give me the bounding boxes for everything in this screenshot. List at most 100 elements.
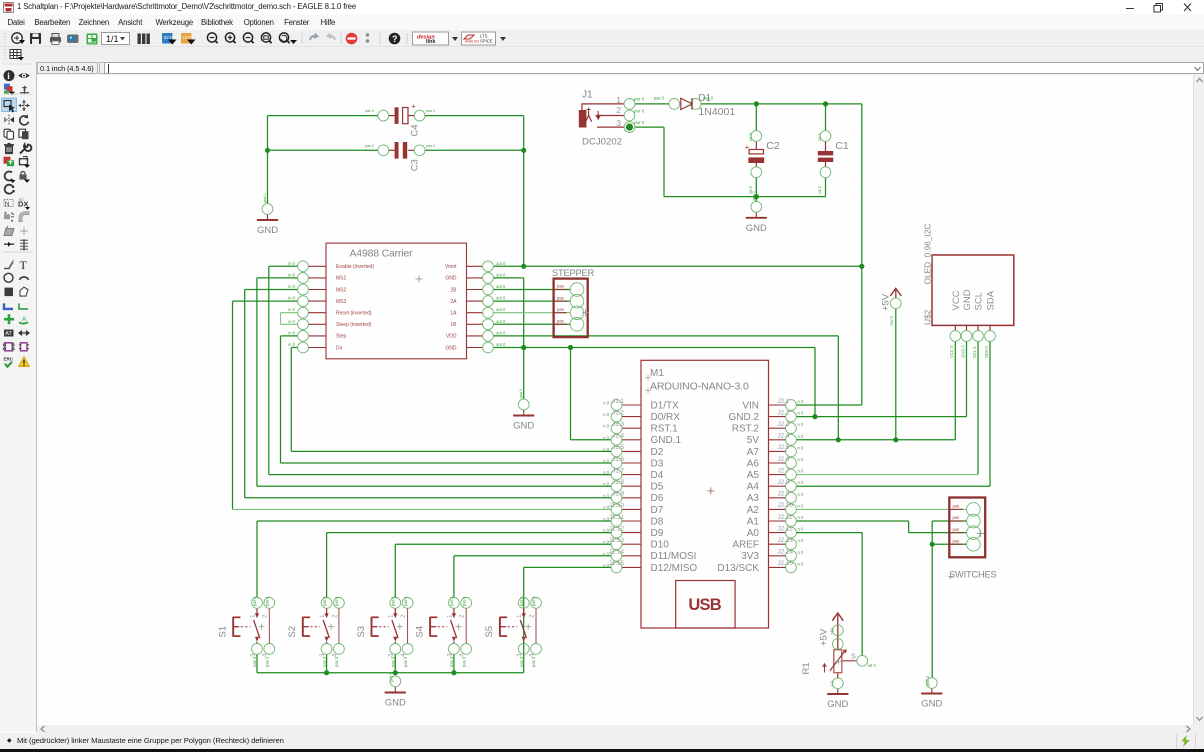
svg-text:U$2: U$2 [923,309,933,325]
svg-text:out 0: out 0 [496,342,506,347]
svg-text:+: + [411,101,416,110]
svg-text:pwr 0: pwr 0 [634,108,645,113]
svg-text:pas 3: pas 3 [334,656,339,667]
svg-text:D6: D6 [651,493,664,504]
svg-text:AT: AT [5,331,12,337]
svg-text:out 0: out 0 [496,272,506,277]
svg-text:pas 3: pas 3 [403,656,408,667]
svg-text:A1: A1 [747,516,760,527]
svg-text:n 0: n 0 [798,561,804,566]
svg-text:+5v: +5v [830,627,835,635]
svg-text:J1.11: J1.11 [609,514,624,521]
svg-text:r 0: r 0 [830,680,835,686]
svg-text:n 0: n 0 [603,563,609,568]
svg-text:D4: D4 [651,470,664,481]
svg-text:J2.15: J2.15 [778,560,794,567]
svg-text:A6: A6 [747,458,760,469]
svg-text:in 0: in 0 [288,284,295,289]
svg-text:J1.3: J1.3 [612,421,624,428]
svg-text:ANALOG: ANALOG [465,40,479,44]
svg-text:USB: USB [688,596,721,614]
svg-text:ca 1: ca 1 [817,185,822,194]
svg-text:n 0: n 0 [798,538,804,543]
svg-text:D12/MISO: D12/MISO [651,563,698,574]
svg-text:pas: pas [557,307,564,312]
svg-text:MS1: MS1 [336,276,347,282]
svg-text:J1.14: J1.14 [609,549,625,556]
svg-text:link: link [426,39,436,45]
svg-text:1/1: 1/1 [106,34,119,44]
svg-text:MS3: MS3 [336,299,347,305]
svg-text:pas: pas [953,527,960,532]
svg-text:J1.15: J1.15 [609,560,625,567]
svg-text:ULP: ULP [183,35,192,40]
svg-text:2: 2 [263,614,269,618]
svg-text:out 0: out 0 [496,330,506,335]
svg-text:gnd 0: gnd 0 [263,193,267,203]
svg-text:pas 0: pas 0 [703,96,714,101]
svg-text:pas 1: pas 1 [334,595,339,606]
svg-text:J1.8: J1.8 [612,479,624,486]
svg-text:pas 0: pas 0 [426,109,435,113]
svg-text:GND: GND [513,421,534,432]
svg-text:D10: D10 [651,540,670,551]
svg-text:2: 2 [529,614,535,618]
svg-text:5V: 5V [747,435,760,446]
svg-text:pas 3: pas 3 [391,656,396,667]
svg-text:S2: S2 [287,626,298,638]
svg-text:n 0: n 0 [603,551,609,556]
svg-text:pas 3: pas 3 [519,656,524,667]
svg-text:C3: C3 [410,159,421,171]
svg-text:Enable (inverted): Enable (inverted) [336,264,374,270]
svg-text:J2.12: J2.12 [778,525,794,532]
svg-text:J2.3: J2.3 [778,421,790,428]
svg-text:a0 0: a0 0 [868,663,877,668]
svg-text:1B: 1B [450,322,457,328]
svg-text:S3: S3 [356,626,367,638]
svg-text:pas 3: pas 3 [449,656,454,667]
svg-text:D8: D8 [651,516,664,527]
svg-text:J2.6: J2.6 [778,456,790,463]
svg-text:DCJ0202: DCJ0202 [582,137,622,148]
svg-text:+5v 0: +5v 0 [889,315,894,326]
svg-text:n 0: n 0 [798,550,804,555]
svg-text:GND 0: GND 0 [960,345,965,358]
svg-text:out 0: out 0 [496,284,506,289]
svg-text:pwr 0: pwr 0 [634,120,645,125]
svg-text:J2.5: J2.5 [778,444,790,451]
svg-text:pas 1: pas 1 [252,595,257,606]
svg-text:C2: C2 [766,140,780,152]
svg-text:T: T [20,258,28,272]
svg-text:OLED_0.96_I2C: OLED_0.96_I2C [923,224,933,285]
svg-text:GND: GND [257,225,278,236]
svg-text:GND.1: GND.1 [651,435,682,446]
svg-text:3: 3 [616,118,621,128]
svg-text:J1.13: J1.13 [609,537,625,544]
svg-text:pas 0: pas 0 [654,96,665,101]
svg-text:pas 1: pas 1 [391,595,396,606]
svg-text:Step: Step [336,334,347,340]
svg-text:S5: S5 [484,626,495,638]
svg-text:J1.9: J1.9 [612,491,624,498]
svg-text:J1.5: J1.5 [612,444,624,451]
svg-text:pas 0: pas 0 [426,144,435,148]
svg-text:GND.2: GND.2 [728,412,759,423]
svg-text:D11/MOSI: D11/MOSI [651,551,697,562]
svg-text:SPICE: SPICE [480,39,493,44]
svg-text:SDA: SDA [986,290,997,310]
svg-text:J2.14: J2.14 [778,549,794,556]
svg-text:pas 0: pas 0 [365,109,374,113]
svg-text:pas: pas [953,515,960,520]
svg-text:+: + [745,142,750,151]
svg-text:n 0: n 0 [603,424,609,429]
svg-text:S: S [851,654,856,661]
svg-text:out 0: out 0 [496,261,506,266]
svg-text:A4: A4 [747,482,760,493]
svg-text:S4: S4 [414,626,425,638]
svg-text:pas 3: pas 3 [531,656,536,667]
svg-text:n 0: n 0 [798,422,804,427]
svg-text:pas 1: pas 1 [403,595,408,606]
svg-text:J1.2: J1.2 [612,409,624,416]
svg-text:SCH: SCH [88,40,97,45]
svg-text:pas: pas [557,284,564,289]
